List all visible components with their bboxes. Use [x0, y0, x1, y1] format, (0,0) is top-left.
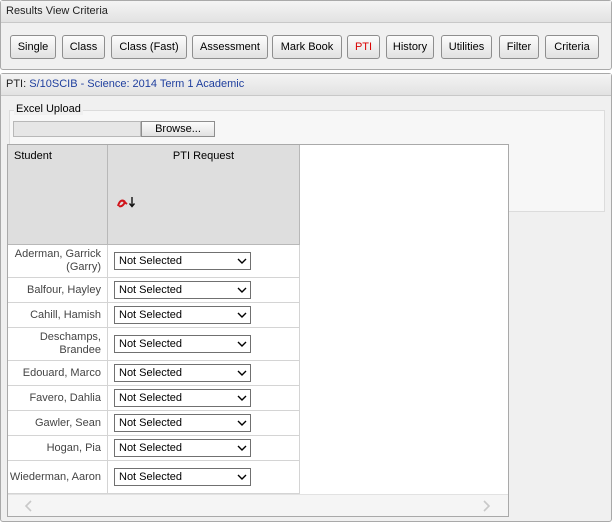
utilities-button[interactable]: Utilities	[441, 35, 492, 59]
table-row: Favero, Dahlia Not Selected	[8, 386, 300, 411]
pti-grid: Student PTI Request Aderman, Garrick (Ga…	[7, 144, 509, 517]
pti-request-value: Not Selected	[119, 309, 182, 321]
chevron-down-icon	[237, 370, 247, 376]
chevron-down-icon	[237, 474, 247, 480]
filter-button[interactable]: Filter	[499, 35, 539, 59]
pti-panel: PTI: S/10SCIB - Science: 2014 Term 1 Aca…	[0, 73, 612, 522]
student-name: Aderman, Garrick (Garry)	[8, 245, 108, 277]
assessment-button[interactable]: Assessment	[192, 35, 268, 59]
pti-button[interactable]: PTI	[347, 35, 380, 59]
chevron-down-icon	[237, 445, 247, 451]
chevron-down-icon	[237, 420, 247, 426]
student-name: Deschamps, Brandee	[8, 328, 108, 360]
results-view-criteria-panel: Results View Criteria Single Class Class…	[0, 0, 612, 70]
pti-request-select[interactable]: Not Selected	[114, 252, 251, 270]
chevron-down-icon	[237, 341, 247, 347]
student-name: Gawler, Sean	[8, 411, 108, 435]
table-row: Wiederman, Aaron Not Selected	[8, 461, 300, 494]
pti-prefix: PTI:	[6, 78, 27, 90]
browse-button[interactable]: Browse...	[141, 121, 215, 137]
table-row: Deschamps, Brandee Not Selected	[8, 328, 300, 361]
history-button[interactable]: History	[386, 35, 434, 59]
student-name: Edouard, Marco	[8, 361, 108, 385]
pti-request-value: Not Selected	[119, 255, 182, 267]
class-button[interactable]: Class	[62, 35, 105, 59]
student-name: Cahill, Hamish	[8, 303, 108, 327]
chevron-down-icon	[237, 312, 247, 318]
pti-request-value: Not Selected	[119, 442, 182, 454]
table-row: Hogan, Pia Not Selected	[8, 436, 300, 461]
student-name: Favero, Dahlia	[8, 386, 108, 410]
scroll-left-icon[interactable]	[24, 500, 34, 512]
table-row: Balfour, Hayley Not Selected	[8, 278, 300, 303]
table-row: Aderman, Garrick (Garry) Not Selected	[8, 245, 300, 278]
table-row: Gawler, Sean Not Selected	[8, 411, 300, 436]
table-row: Edouard, Marco Not Selected	[8, 361, 300, 386]
chevron-down-icon	[237, 258, 247, 264]
scroll-right-icon[interactable]	[481, 500, 491, 512]
student-name: Wiederman, Aaron	[8, 461, 108, 493]
class-fast-button[interactable]: Class (Fast)	[111, 35, 187, 59]
table-row: Cahill, Hamish Not Selected	[8, 303, 300, 328]
chevron-down-icon	[237, 287, 247, 293]
pti-request-header-label: PTI Request	[172, 150, 235, 162]
pti-request-value: Not Selected	[119, 338, 182, 350]
pti-request-select[interactable]: Not Selected	[114, 439, 251, 457]
excel-upload-legend: Excel Upload	[14, 103, 83, 115]
pti-request-select[interactable]: Not Selected	[114, 414, 251, 432]
student-column-header[interactable]: Student	[8, 145, 108, 245]
pti-request-select[interactable]: Not Selected	[114, 468, 251, 486]
pti-panel-title: PTI: S/10SCIB - Science: 2014 Term 1 Aca…	[1, 74, 611, 96]
class-info-label: S/10SCIB - Science: 2014 Term 1 Academic	[29, 78, 245, 90]
pti-request-select[interactable]: Not Selected	[114, 281, 251, 299]
pti-request-value: Not Selected	[119, 284, 182, 296]
single-button[interactable]: Single	[10, 35, 56, 59]
pti-request-value: Not Selected	[119, 392, 182, 404]
pti-request-select[interactable]: Not Selected	[114, 389, 251, 407]
pti-request-select[interactable]: Not Selected	[114, 306, 251, 324]
criteria-button[interactable]: Criteria	[545, 35, 599, 59]
student-name: Balfour, Hayley	[8, 278, 108, 302]
chevron-down-icon	[237, 395, 247, 401]
file-path-field[interactable]	[13, 121, 141, 137]
student-name: Hogan, Pia	[8, 436, 108, 460]
horizontal-scrollbar[interactable]	[8, 494, 508, 516]
pti-request-select[interactable]: Not Selected	[114, 364, 251, 382]
pti-request-select[interactable]: Not Selected	[114, 335, 251, 353]
pti-request-column-header[interactable]: PTI Request	[108, 145, 300, 245]
pti-request-value: Not Selected	[119, 471, 182, 483]
mark-book-button[interactable]: Mark Book	[272, 35, 342, 59]
sort-alpha-icon[interactable]	[117, 195, 137, 209]
student-rows: Aderman, Garrick (Garry) Not Selected Ba…	[8, 245, 300, 494]
pti-request-value: Not Selected	[119, 367, 182, 379]
criteria-panel-title: Results View Criteria	[1, 1, 611, 23]
pti-request-value: Not Selected	[119, 417, 182, 429]
